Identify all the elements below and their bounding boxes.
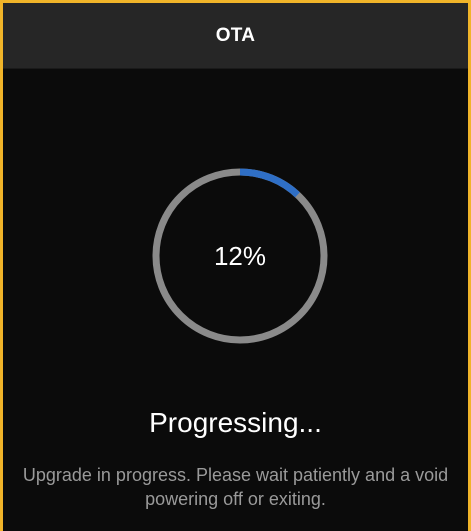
status-text: Progressing... bbox=[149, 407, 322, 438]
progress-percent: 12% bbox=[213, 240, 267, 271]
header-bar: OTA bbox=[3, 3, 468, 69]
progress-ring: 12% bbox=[150, 166, 330, 346]
page-title: OTA bbox=[215, 24, 256, 46]
upgrade-message: Upgrade in progress. Please wait patient… bbox=[22, 465, 449, 509]
ota-screen: OTA 12% Progressing... Upgrade in progre… bbox=[0, 0, 471, 531]
